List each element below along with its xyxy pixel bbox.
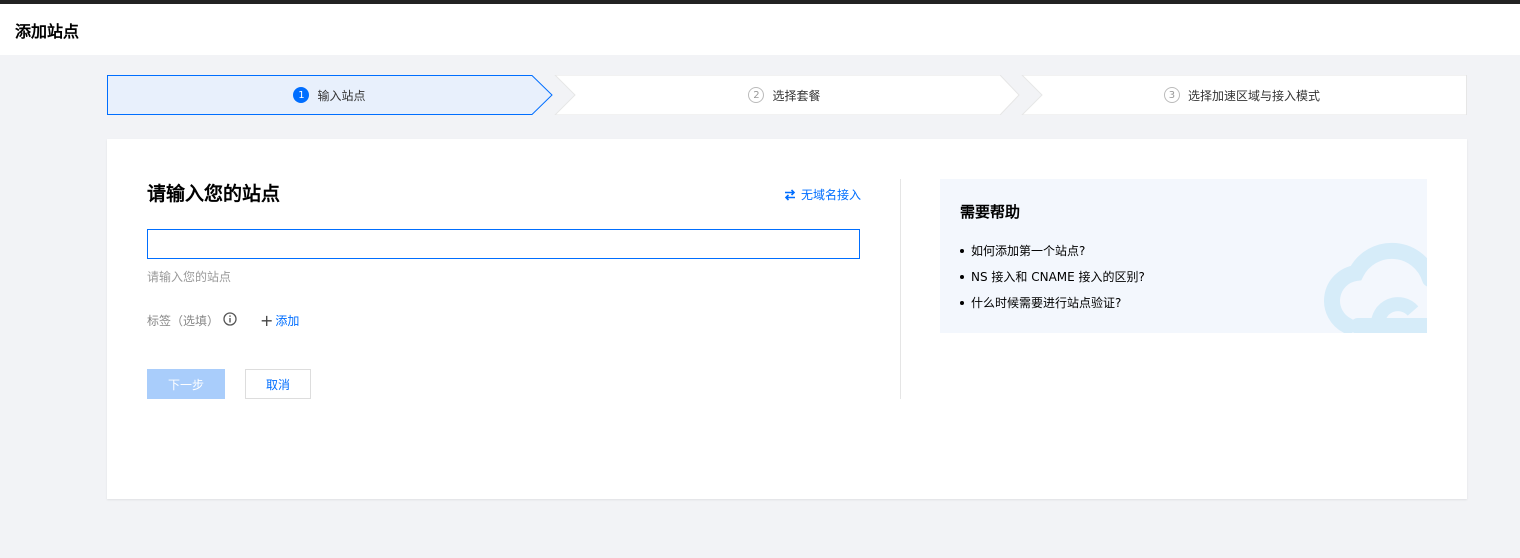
page-title: 添加站点 <box>15 22 80 41</box>
stepper: 1 输入站点 2 选择套餐 3 选择加速区域与接入模式 <box>107 75 1467 115</box>
step-2-label: 选择套餐 <box>772 88 821 103</box>
step-3-label: 选择加速区域与接入模式 <box>1187 88 1320 103</box>
add-site-card: 请输入您的站点 无域名接入 请输入您的站点 标签（选填） + 添加 下一步 取消 <box>107 139 1467 499</box>
help-panel: 需要帮助 如何添加第一个站点? NS 接入和 CNAME 接入的区别? 什么时候… <box>940 179 1427 333</box>
help-item[interactable]: 如何添加第一个站点? <box>960 242 1145 268</box>
bullet-icon <box>960 249 964 253</box>
step-1: 1 输入站点 <box>107 75 552 115</box>
step-1-number: 1 <box>293 87 310 103</box>
help-title: 需要帮助 <box>960 203 1021 221</box>
form-title: 请输入您的站点 <box>147 183 281 205</box>
step-3: 3 选择加速区域与接入模式 <box>1017 75 1467 115</box>
info-icon[interactable] <box>223 312 237 326</box>
bullet-icon <box>960 275 964 279</box>
cloud-icon <box>1324 242 1427 333</box>
swap-icon <box>784 188 796 201</box>
add-tag-button[interactable]: + 添加 <box>260 312 299 329</box>
cancel-button[interactable]: 取消 <box>245 369 311 399</box>
site-input-hint: 请输入您的站点 <box>147 270 232 284</box>
help-item[interactable]: 什么时候需要进行站点验证? <box>960 294 1145 320</box>
bullet-icon <box>960 301 964 305</box>
help-list: 如何添加第一个站点? NS 接入和 CNAME 接入的区别? 什么时候需要进行站… <box>960 242 1145 320</box>
tag-label: 标签（选填） <box>147 314 220 328</box>
help-item[interactable]: NS 接入和 CNAME 接入的区别? <box>960 268 1145 294</box>
next-step-button[interactable]: 下一步 <box>147 369 225 399</box>
add-tag-label: 添加 <box>275 314 300 328</box>
step-1-label: 输入站点 <box>317 88 366 103</box>
help-item-label: 什么时候需要进行站点验证? <box>971 296 1122 310</box>
no-domain-link[interactable]: 无域名接入 <box>784 186 861 203</box>
step-2: 2 选择套餐 <box>552 75 1017 115</box>
site-input[interactable] <box>147 229 860 259</box>
site-form: 请输入您的站点 无域名接入 请输入您的站点 标签（选填） + 添加 下一步 取消 <box>147 179 861 399</box>
no-domain-link-label: 无域名接入 <box>800 188 861 202</box>
step-2-number: 2 <box>748 87 765 103</box>
page-header: 添加站点 <box>0 4 1520 55</box>
vertical-divider <box>900 179 901 399</box>
step-3-number: 3 <box>1163 87 1180 103</box>
plus-icon: + <box>260 310 274 330</box>
help-item-label: NS 接入和 CNAME 接入的区别? <box>971 270 1145 284</box>
help-item-label: 如何添加第一个站点? <box>971 244 1086 258</box>
